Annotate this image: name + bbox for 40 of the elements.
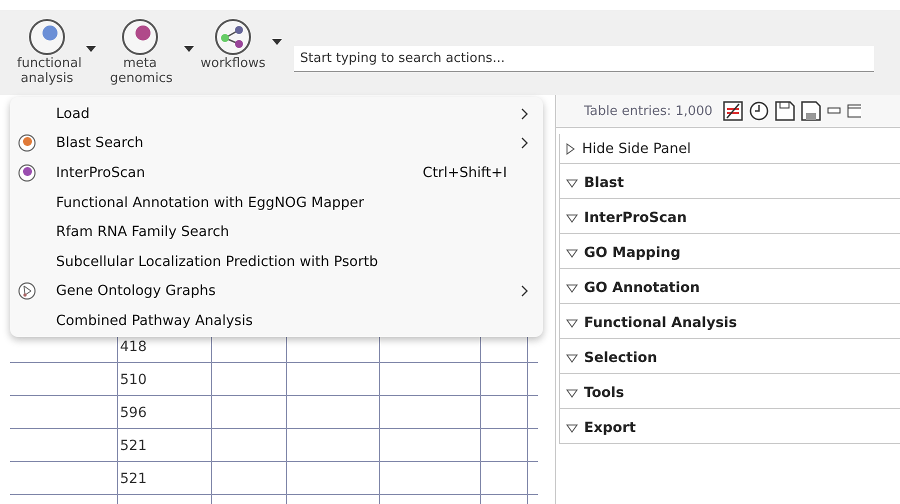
- menu-item[interactable]: Rfam RNA Family Search: [10, 217, 543, 247]
- panel-section-header[interactable]: Tools: [560, 374, 900, 409]
- panel-section-header[interactable]: Export: [560, 409, 900, 444]
- table-cell: 521: [118, 462, 212, 494]
- search-field[interactable]: Start typing to search actions...: [294, 46, 874, 72]
- share-icon: [214, 18, 252, 56]
- table-cell: 596: [118, 396, 212, 428]
- dropdown-caret-icon[interactable]: [184, 46, 194, 52]
- menu-item[interactable]: Gene Ontology Graphs: [10, 276, 543, 306]
- save-as-icon[interactable]: [800, 101, 821, 121]
- maximize-icon[interactable]: [846, 104, 861, 118]
- menu-item[interactable]: Blast Search: [10, 128, 543, 158]
- toolbar-button[interactable]: workflows: [198, 18, 268, 71]
- table-entries-count: Table entries: 1,000: [584, 104, 713, 118]
- panel-section-header[interactable]: InterProScan: [560, 199, 900, 234]
- hide-side-panel-toggle[interactable]: Hide Side Panel: [560, 134, 900, 164]
- menu-item[interactable]: Load: [10, 99, 543, 129]
- minimize-icon[interactable]: [826, 107, 841, 115]
- toolbar-button[interactable]: meta genomics: [100, 18, 180, 86]
- circle-icon: [18, 164, 36, 182]
- dropdown-caret-icon[interactable]: [86, 46, 96, 52]
- circle-icon: [121, 18, 159, 56]
- panel-section-header[interactable]: Blast: [560, 164, 900, 199]
- filter-clear-icon[interactable]: [722, 101, 743, 121]
- circle-icon: [28, 18, 66, 56]
- graph-icon: [18, 282, 36, 300]
- menu-item[interactable]: Functional Annotation with EggNOG Mapper: [10, 188, 543, 218]
- circle-icon: [18, 134, 36, 152]
- menu-item[interactable]: InterProScan Ctrl+Shift+I: [10, 158, 543, 188]
- table-cell: 521: [118, 429, 212, 461]
- panel-section-header[interactable]: Selection: [560, 339, 900, 374]
- panel-section-header[interactable]: Functional Analysis: [560, 304, 900, 339]
- dropdown-caret-icon[interactable]: [272, 38, 282, 44]
- menu-item[interactable]: Subcellular Localization Prediction with Psortb: [10, 246, 543, 277]
- save-icon[interactable]: [774, 101, 795, 121]
- table-cell: 510: [118, 363, 212, 395]
- panel-section-header[interactable]: GO Annotation: [560, 269, 900, 304]
- clock-icon[interactable]: [748, 101, 769, 121]
- panel-section-header[interactable]: GO Mapping: [560, 234, 900, 269]
- toolbar-button[interactable]: functional analysis: [12, 18, 82, 86]
